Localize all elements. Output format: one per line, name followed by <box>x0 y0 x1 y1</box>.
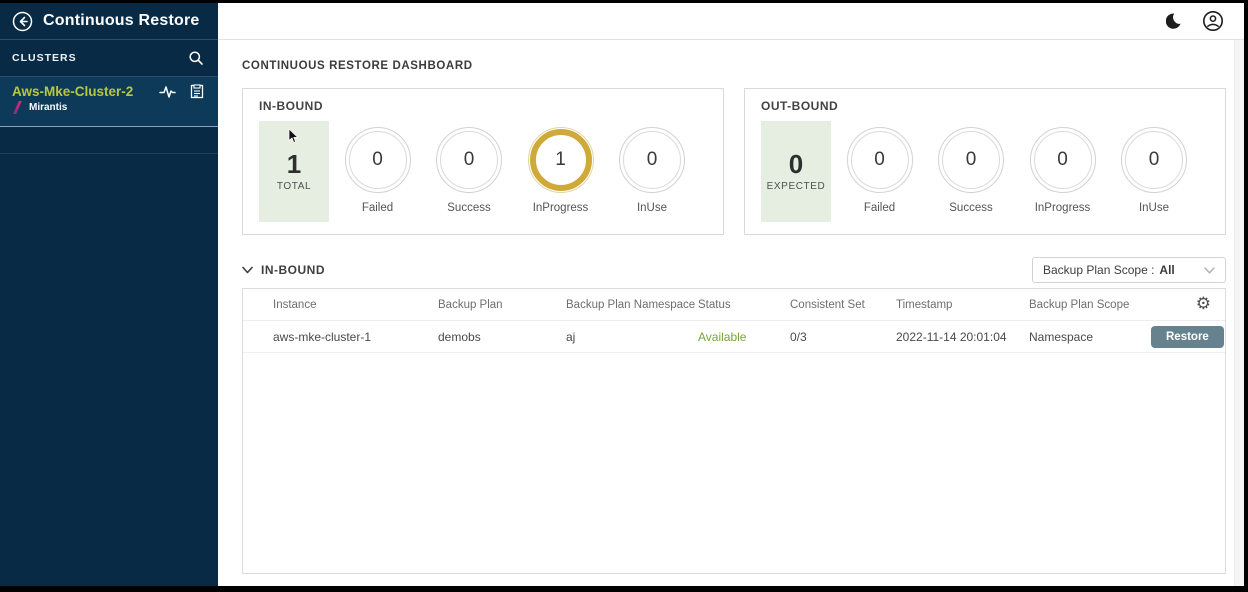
back-icon[interactable] <box>12 11 33 32</box>
cluster-name: Aws-Mke-Cluster-2 <box>12 84 133 99</box>
sidebar-title: Continuous Restore <box>43 12 200 30</box>
inbound-stat-failed: 0 Failed <box>335 121 421 214</box>
cell-backup-plan-scope: Namespace <box>1029 330 1151 344</box>
backup-plan-scope-select[interactable]: Backup Plan Scope : All <box>1032 257 1226 283</box>
outbound-expected-value: 0 <box>789 151 803 177</box>
stat-circle: 0 <box>938 127 1004 193</box>
topbar <box>218 3 1244 40</box>
col-header-backup-plan: Backup Plan <box>438 299 566 311</box>
inbound-table-section-bar: IN-BOUND Backup Plan Scope : All <box>242 256 1226 284</box>
clusters-label: CLUSTERS <box>12 52 77 64</box>
stat-label: Failed <box>362 202 393 214</box>
stat-circle: 0 <box>436 127 502 193</box>
inbound-card: IN-BOUND 1 TOTAL 0 Failed 0 <box>242 88 724 235</box>
stat-circle: 0 <box>847 127 913 193</box>
cluster-vendor-label: Mirantis <box>29 102 67 113</box>
sidebar-header: Continuous Restore <box>0 3 218 40</box>
outbound-stat-success: 0 Success <box>928 121 1014 214</box>
cell-instance: aws-mke-cluster-1 <box>273 330 438 344</box>
stat-value: 0 <box>1057 149 1068 171</box>
col-header-timestamp: Timestamp <box>896 299 1029 311</box>
outbound-expected-label: EXPECTED <box>767 181 826 192</box>
inbound-total-value: 1 <box>287 151 301 177</box>
outbound-expected-box: 0 EXPECTED <box>761 121 831 222</box>
stat-value: 0 <box>966 149 977 171</box>
inbound-stat-success: 0 Success <box>426 121 512 214</box>
stat-value: 0 <box>647 149 658 171</box>
stat-circle: 0 <box>345 127 411 193</box>
stat-label: Success <box>949 202 992 214</box>
stat-value: 0 <box>372 149 383 171</box>
inbound-total-label: TOTAL <box>277 181 311 192</box>
scrollbar[interactable] <box>1234 40 1244 586</box>
table-header-row: Instance Backup Plan Backup Plan Namespa… <box>243 289 1225 321</box>
report-notepad-icon[interactable] <box>190 84 204 99</box>
stat-label: InProgress <box>533 202 589 214</box>
stat-circle: 0 <box>619 127 685 193</box>
col-header-status: Status <box>698 299 790 311</box>
account-icon[interactable] <box>1202 10 1224 32</box>
col-header-backup-plan-scope: Backup Plan Scope <box>1029 299 1151 311</box>
dark-mode-moon-icon[interactable] <box>1166 11 1186 31</box>
outbound-card: OUT-BOUND 0 EXPECTED 0 Failed 0 Success <box>744 88 1226 235</box>
window-frame: Continuous Restore CLUSTERS Aws-Mke-Clus… <box>0 0 1248 592</box>
stat-label: Success <box>447 202 490 214</box>
mirantis-logo-icon <box>12 101 22 114</box>
outbound-stat-inprogress: 0 InProgress <box>1020 121 1106 214</box>
stat-value: 1 <box>555 149 566 171</box>
cell-status: Available <box>698 330 790 344</box>
inbound-stat-inuse: 0 InUse <box>609 121 695 214</box>
inbound-section-toggle[interactable]: IN-BOUND <box>242 263 325 277</box>
mouse-cursor <box>288 129 299 149</box>
scope-filter-value: All <box>1159 263 1174 277</box>
outbound-card-title: OUT-BOUND <box>761 99 1211 113</box>
stat-circle: 0 <box>1030 127 1096 193</box>
inbound-card-title: IN-BOUND <box>259 99 709 113</box>
stat-label: InUse <box>1139 202 1169 214</box>
scope-select-text: Backup Plan Scope : All <box>1043 263 1175 277</box>
cell-consistent-set: 0/3 <box>790 330 896 344</box>
main-content: CONTINUOUS RESTORE DASHBOARD IN-BOUND 1 … <box>218 3 1244 586</box>
col-header-consistent-set: Consistent Set <box>790 299 896 311</box>
outbound-stat-failed: 0 Failed <box>837 121 923 214</box>
col-header-instance: Instance <box>273 299 438 311</box>
sidebar-item-cluster[interactable]: Aws-Mke-Cluster-2 Mirantis <box>0 77 218 127</box>
stat-value: 0 <box>874 149 885 171</box>
inbound-table: Instance Backup Plan Backup Plan Namespa… <box>242 288 1226 574</box>
inbound-total-box: 1 TOTAL <box>259 121 329 222</box>
stat-value: 0 <box>464 149 475 171</box>
restore-button[interactable]: Restore <box>1151 326 1224 348</box>
cell-backup-plan-namespace: aj <box>566 330 698 344</box>
inbound-section-title: IN-BOUND <box>261 263 325 277</box>
sidebar-divider <box>0 153 218 154</box>
chevron-down-icon <box>242 266 253 274</box>
stat-value: 0 <box>1149 149 1160 171</box>
app-window: Continuous Restore CLUSTERS Aws-Mke-Clus… <box>0 3 1244 586</box>
outbound-stat-inuse: 0 InUse <box>1111 121 1197 214</box>
stat-label: InProgress <box>1035 202 1091 214</box>
cell-timestamp: 2022-11-14 20:01:04 <box>896 330 1029 344</box>
stat-cards-row: IN-BOUND 1 TOTAL 0 Failed 0 <box>242 88 1226 235</box>
stat-circle: 0 <box>1121 127 1187 193</box>
stat-circle-highlighted: 1 <box>528 127 594 193</box>
search-icon[interactable] <box>188 50 204 66</box>
clusters-section-header: CLUSTERS <box>0 40 218 77</box>
activity-pulse-icon[interactable] <box>159 85 176 99</box>
table-settings-gear-icon[interactable]: ⚙ <box>1196 296 1211 313</box>
page-title: CONTINUOUS RESTORE DASHBOARD <box>242 60 1244 72</box>
inbound-stat-inprogress: 1 InProgress <box>518 121 604 214</box>
cell-backup-plan: demobs <box>438 330 566 344</box>
chevron-down-icon <box>1204 267 1215 274</box>
scope-filter-label: Backup Plan Scope : <box>1043 263 1154 277</box>
col-header-backup-plan-namespace: Backup Plan Namespace <box>566 299 698 311</box>
table-row[interactable]: aws-mke-cluster-1 demobs aj Available 0/… <box>243 321 1225 353</box>
sidebar: Continuous Restore CLUSTERS Aws-Mke-Clus… <box>0 3 218 586</box>
stat-label: Failed <box>864 202 895 214</box>
stat-label: InUse <box>637 202 667 214</box>
